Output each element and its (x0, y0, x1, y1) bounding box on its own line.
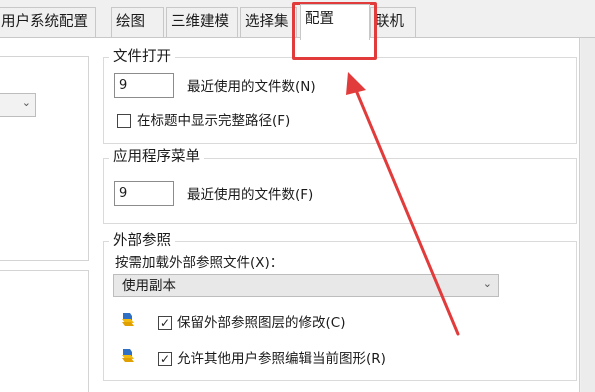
annotation-arrow (346, 72, 460, 336)
tab-profiles[interactable]: 配置 (300, 4, 370, 40)
tab-label: 配置 (305, 11, 334, 27)
